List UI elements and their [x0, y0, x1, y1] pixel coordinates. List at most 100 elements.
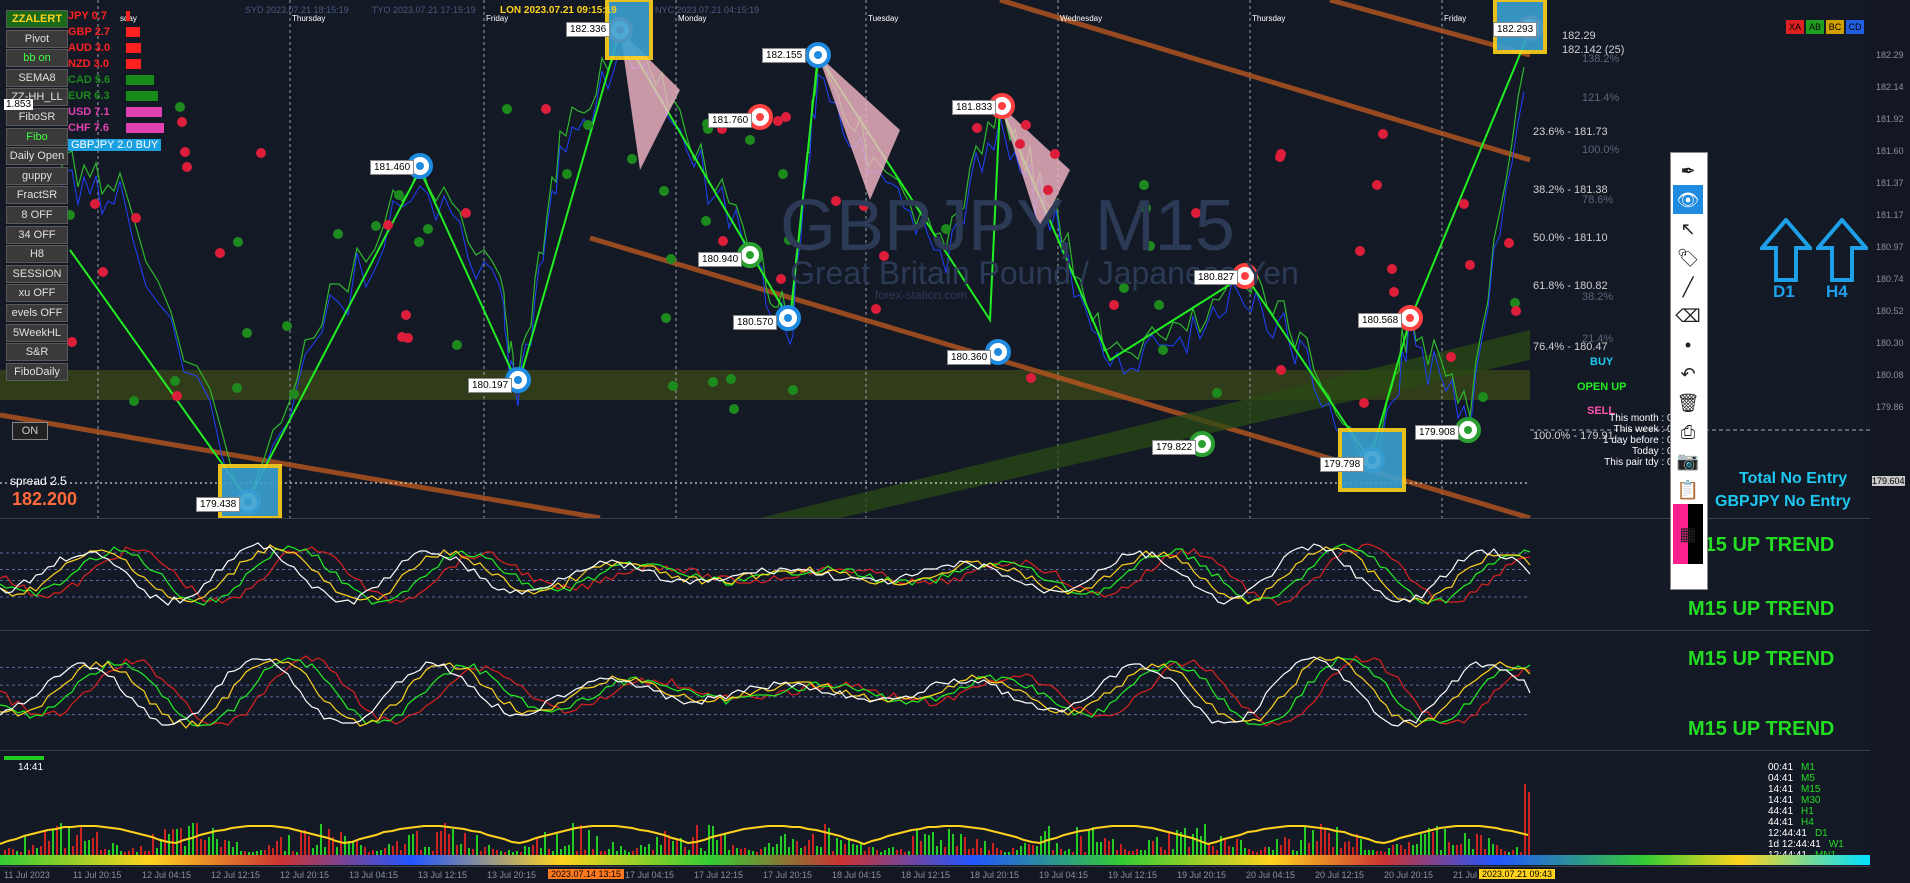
fractal-dot	[502, 104, 512, 114]
fractal-dot	[1465, 260, 1475, 270]
indicator-toggle-button[interactable]: ZZALERT	[6, 10, 68, 28]
volume-bar	[724, 833, 726, 856]
price-label: 180.568	[1358, 313, 1403, 328]
volume-bar	[780, 836, 782, 856]
currency-label: USD 7.1	[68, 106, 110, 118]
indicator-toggle-button[interactable]: FractSR	[6, 186, 68, 205]
indicator-toggle-button[interactable]: 34 OFF	[6, 225, 68, 244]
volume-bar	[1092, 827, 1094, 856]
volume-bar	[1108, 841, 1110, 856]
volume-bar	[52, 829, 54, 856]
volume-bar	[1528, 792, 1530, 856]
indicator-toggle-button[interactable]: xu OFF	[6, 284, 68, 303]
volume-bar	[676, 840, 678, 856]
timer-tf: M1	[1801, 762, 1815, 773]
pen-icon[interactable]: ✒	[1673, 156, 1703, 186]
volume-bar	[1420, 834, 1422, 856]
volume-bar	[672, 841, 674, 856]
indicator-toggle-button[interactable]: guppy	[6, 166, 68, 185]
trend-label: M15 UP TREND	[1688, 648, 1835, 670]
volume-bar	[1432, 832, 1434, 856]
volume-bar	[328, 829, 330, 856]
camera-icon[interactable]: 📷	[1673, 446, 1703, 476]
clipboard-icon[interactable]: 📋	[1673, 475, 1703, 505]
color-corner-button[interactable]: BC	[1826, 20, 1844, 34]
line-icon[interactable]: ╱	[1673, 272, 1703, 302]
volume-bar	[1104, 838, 1106, 856]
price-label: 181.460	[370, 160, 415, 175]
bar-timer: 14:41	[18, 762, 44, 773]
indicator-toggle-button[interactable]: Daily Open	[6, 147, 68, 166]
color-corner-button[interactable]: XA	[1786, 20, 1804, 34]
x-highlight-left: 2023.07.14 13:15	[548, 869, 625, 879]
main-chart-pane[interactable]: GBPJPY, M15 Great Britain Pound / Japane…	[0, 0, 1871, 519]
price-label: 180.197	[468, 378, 513, 393]
fractal-dot	[778, 169, 788, 179]
cursor-icon[interactable]: ↖	[1673, 214, 1703, 244]
timeframe-timer: 1d 12:44:41 W1	[1768, 839, 1844, 850]
fractal-dot	[182, 162, 192, 172]
on-button[interactable]: ON	[12, 422, 48, 440]
timer-tf: M30	[1801, 795, 1821, 806]
fractal-dot	[1021, 120, 1031, 130]
price-label: 180.570	[733, 315, 778, 330]
volume-bar	[960, 834, 962, 856]
volume-bar	[236, 842, 238, 856]
indicator-toggle-button[interactable]: 8 OFF	[6, 206, 68, 224]
indicator-toggle-button[interactable]: Fibo	[6, 127, 68, 146]
indicator-toggle-button[interactable]: bb on	[6, 49, 68, 68]
indicator-toggle-button[interactable]: Pivot	[6, 29, 68, 48]
volume-pane[interactable]: 14:41 00:41 M1 04:41 M5 14:41 M15 14:41 M30 44:4…	[0, 752, 1870, 867]
fibo-level: 38.2%	[1582, 291, 1614, 303]
pair-entry: GBPJPY No Entry	[1715, 493, 1851, 510]
volume-bar	[836, 838, 838, 856]
volume-bar	[596, 836, 598, 856]
volume-bar	[1112, 839, 1114, 856]
trash-icon[interactable]: 🗑	[1673, 388, 1703, 418]
indicator-toggle-button[interactable]: SEMA8	[6, 68, 68, 87]
color-corner-button[interactable]: AB	[1806, 20, 1824, 34]
fractal-dot	[1154, 300, 1164, 310]
volume-bar	[1428, 828, 1430, 856]
color-palette-icon[interactable]: ▦	[1673, 504, 1703, 564]
fractal-dot	[1446, 352, 1456, 362]
volume-bar	[204, 840, 206, 856]
volume-bar	[1236, 839, 1238, 856]
indicator-toggle-button[interactable]: H8	[6, 245, 68, 264]
tag-icon[interactable]: 🏷	[1673, 243, 1703, 273]
color-corner-button[interactable]: CD	[1846, 20, 1864, 34]
x-axis-label: 19 Jul 12:15	[1108, 870, 1158, 880]
indicator-toggle-button[interactable]: SESSION	[6, 264, 68, 283]
dot-icon[interactable]: •	[1673, 330, 1703, 360]
fractal-dot	[1015, 139, 1025, 149]
fractal-dot	[414, 237, 424, 247]
oscillator-pane-1[interactable]: M15 UP TREND M15 UP TREND	[0, 520, 1870, 631]
indicator-toggle-button[interactable]: FiboSR	[6, 108, 68, 126]
fractal-dot	[1109, 300, 1119, 310]
indicator-toggle-button[interactable]: evels OFF	[6, 304, 68, 322]
oscillator-pane-2[interactable]: M15 UP TREND M15 UP TREND	[0, 632, 1870, 751]
currency-label: CAD 5.6	[68, 74, 111, 86]
fractal-dot	[1389, 287, 1399, 297]
indicator-toggle-button[interactable]: 5WeekHL	[6, 323, 68, 342]
printer-icon[interactable]: ⎙	[1673, 417, 1703, 447]
harmonic-pattern	[818, 55, 900, 200]
strength-bar	[126, 123, 164, 133]
trend-label: M15 UP TREND	[1688, 718, 1835, 740]
day-label: Wednesday	[1060, 14, 1103, 23]
timer-tf: D1	[1814, 828, 1828, 839]
h4-label: H4	[1826, 282, 1848, 301]
volume-bar	[24, 837, 26, 856]
eraser-icon[interactable]: ⌫	[1673, 301, 1703, 331]
volume-bar	[1080, 836, 1082, 856]
volume-bar	[1100, 842, 1102, 856]
strength-bar	[126, 75, 154, 85]
h4-arrow-icon	[1813, 216, 1871, 287]
indicator-toggle-button[interactable]: FiboDaily	[6, 362, 68, 381]
right-axis-label: 180.08	[1876, 370, 1904, 380]
eye-icon[interactable]: 👁	[1673, 185, 1703, 215]
undo-icon[interactable]: ↶	[1673, 359, 1703, 389]
volume-bar	[692, 837, 694, 856]
indicator-toggle-button[interactable]: S&R	[6, 343, 68, 362]
timeframe-timer: 44:41 H1	[1768, 806, 1814, 817]
